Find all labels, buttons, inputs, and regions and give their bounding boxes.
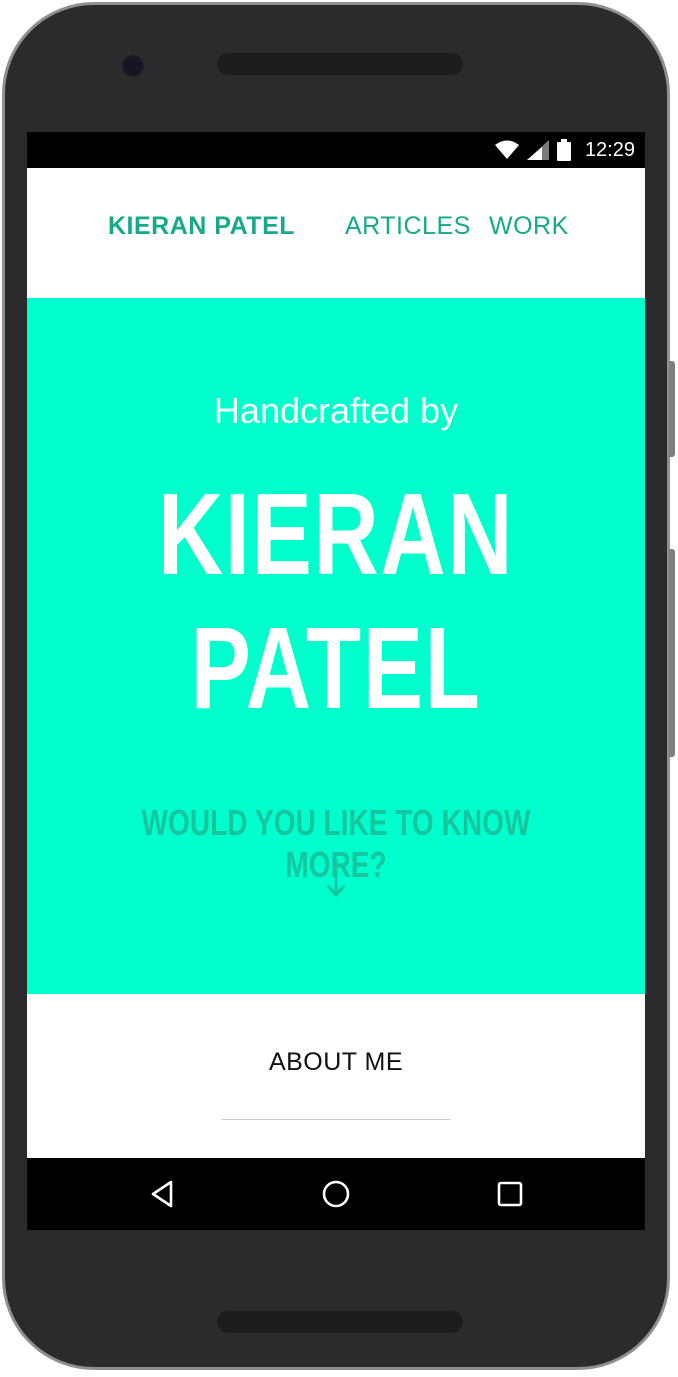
nav-link-articles[interactable]: ARTICLES xyxy=(345,212,471,241)
wifi-icon xyxy=(494,140,519,159)
brand-link[interactable]: KIERAN PATEL xyxy=(108,212,295,241)
bottom-speaker xyxy=(217,1311,463,1333)
hero-section: Handcrafted by KIERAN PATEL WOULD YOU LI… xyxy=(27,298,645,994)
home-icon[interactable] xyxy=(316,1174,356,1214)
status-time: 12:29 xyxy=(584,138,635,161)
screen: 12:29 KIERAN PATEL ARTICLES WORK Handcra… xyxy=(27,132,645,1230)
arrow-down-icon[interactable] xyxy=(325,858,347,898)
about-title: ABOUT ME xyxy=(268,1048,404,1076)
battery-icon xyxy=(556,139,571,161)
front-camera xyxy=(122,55,144,77)
back-icon[interactable] xyxy=(143,1174,183,1214)
cell-signal-icon xyxy=(526,140,549,160)
earpiece-speaker xyxy=(217,53,463,75)
system-navigation-bar xyxy=(27,1158,645,1230)
status-icons: 12:29 xyxy=(494,132,635,168)
volume-rocker xyxy=(669,549,675,757)
status-bar: 12:29 xyxy=(27,132,645,168)
about-divider xyxy=(222,1119,450,1120)
hero-kicker: Handcrafted by xyxy=(213,390,459,431)
hero-name-line1: KIERAN xyxy=(157,469,515,599)
nav-link-work[interactable]: WORK xyxy=(489,212,569,241)
about-section: ABOUT ME xyxy=(27,994,645,1158)
power-button xyxy=(669,361,675,457)
recents-icon[interactable] xyxy=(490,1174,530,1214)
site-header: KIERAN PATEL ARTICLES WORK xyxy=(27,168,645,298)
hero-name-line2: PATEL xyxy=(190,603,482,733)
